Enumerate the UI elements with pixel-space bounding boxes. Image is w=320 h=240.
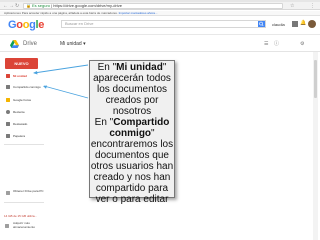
- sidebar-item-starred[interactable]: Destacado: [0, 120, 48, 128]
- google-header: Google Buscar en Drive claudia 🔔: [0, 16, 320, 35]
- browser-window: ← → ↻ 🔒Es seguro | https://drive.google.…: [0, 0, 320, 240]
- list-view-icon[interactable]: ☰: [264, 40, 268, 48]
- drive-logo-icon: [10, 40, 19, 48]
- sidebar-item-shared[interactable]: Compartido conmigo: [0, 83, 48, 91]
- sidebar-item-label: Google Fotos: [13, 98, 32, 102]
- sidebar-item-label: Reciente: [13, 110, 25, 114]
- sidebar-item-label: Compartido conmigo: [13, 85, 41, 89]
- upgrade-storage-item[interactable]: Adquirir más almacenamiento: [0, 221, 48, 234]
- logo-letter: e: [38, 19, 45, 31]
- computer-icon: [6, 191, 10, 195]
- breadcrumb[interactable]: Mi unidad ▾: [60, 40, 86, 48]
- callout-line-4: encontraremos los documentos que otros u…: [90, 139, 174, 205]
- apps-grid-icon[interactable]: [292, 21, 298, 27]
- apps-bookmark[interactable]: Aplicaciones: [4, 11, 21, 15]
- forward-icon[interactable]: →: [9, 3, 14, 9]
- callout-line-2: aparecerán todos los documentos creados …: [93, 73, 171, 117]
- clock-icon: [6, 110, 10, 114]
- user-name[interactable]: claudia: [272, 22, 285, 27]
- my-drive-icon: [6, 74, 10, 78]
- sidebar-item-photos[interactable]: Google Fotos: [0, 96, 48, 104]
- info-icon[interactable]: ⓘ: [274, 40, 279, 48]
- back-icon[interactable]: ←: [3, 3, 8, 9]
- bookmarks-tip: Para acceder rápido a una página, añádel…: [21, 11, 118, 15]
- settings-gear-icon[interactable]: ⚙: [300, 40, 304, 48]
- sidebar-divider: [4, 202, 44, 203]
- sidebar-item-backup[interactable]: Obtener Drive para PC: [0, 188, 48, 200]
- sidebar-item-label: Papelera: [13, 134, 26, 138]
- search-input[interactable]: Buscar en Drive: [61, 20, 266, 28]
- lock-icon: 🔒: [26, 3, 31, 8]
- star-icon: [6, 122, 10, 126]
- upgrade-storage-label: Adquirir más almacenamiento: [13, 221, 36, 229]
- notifications-icon[interactable]: 🔔: [300, 20, 306, 27]
- address-bar: ← → ↻ 🔒Es seguro | https://drive.google.…: [0, 2, 320, 10]
- import-bookmarks-link[interactable]: Importar marcadores ahora...: [119, 11, 158, 15]
- storage-icon: [5, 224, 9, 228]
- sidebar: NUEVO Mi unidad Compartido conmigo Googl…: [0, 52, 48, 240]
- drive-header: Drive Mi unidad ▾ ☰ ⓘ ⚙: [0, 36, 320, 52]
- drive-title: Drive: [23, 41, 38, 47]
- bookmark-star-icon[interactable]: ☆: [290, 3, 294, 9]
- storage-usage: 14 GB de 15 GB utiliza...: [4, 214, 38, 218]
- google-logo[interactable]: Google: [8, 19, 44, 31]
- url-field[interactable]: 🔒Es seguro | https://drive.google.com/dr…: [23, 3, 283, 9]
- sidebar-item-trash[interactable]: Papelera: [0, 132, 48, 140]
- sidebar-divider: [4, 144, 44, 145]
- callout-line-1: En "Mi unidad": [97, 62, 167, 73]
- shared-people-icon: [6, 85, 10, 89]
- new-button[interactable]: NUEVO: [5, 58, 38, 69]
- reload-icon[interactable]: ↻: [15, 3, 19, 9]
- sidebar-item-label: Destacado: [13, 122, 28, 126]
- url-text: https://drive.google.com/drive/my-drive: [53, 3, 122, 8]
- callout-line-3: En "Compartido conmigo": [94, 117, 170, 139]
- sidebar-item-label: Mi unidad: [13, 74, 27, 78]
- photos-icon: [6, 98, 10, 102]
- sidebar-item-recent[interactable]: Reciente: [0, 108, 48, 116]
- search-button[interactable]: [258, 21, 265, 27]
- search-icon: [259, 21, 264, 27]
- avatar[interactable]: [308, 20, 316, 28]
- scrollbar-thumb[interactable]: [314, 60, 317, 98]
- sidebar-item-label: Obtener Drive para PC: [13, 189, 44, 193]
- trash-icon: [6, 134, 10, 138]
- browser-menu-icon[interactable]: ⋮: [310, 3, 315, 9]
- sidebar-item-my-drive[interactable]: Mi unidad: [0, 72, 48, 80]
- callout-box: En "Mi unidad" aparecerán todos los docu…: [89, 60, 175, 205]
- secure-label: Es seguro: [31, 3, 50, 8]
